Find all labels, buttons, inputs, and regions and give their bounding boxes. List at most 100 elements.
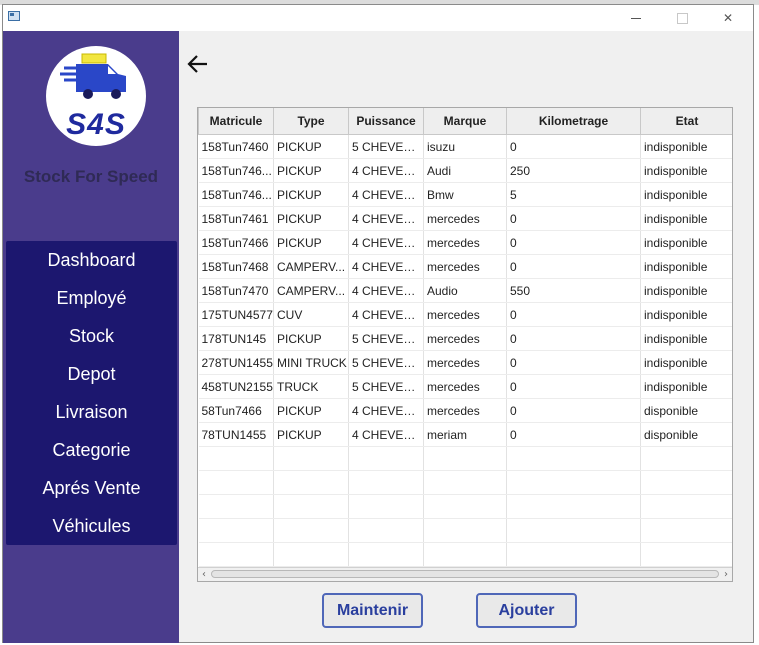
table-cell[interactable]: 5 CHEVEAUX (348, 350, 424, 375)
table-cell[interactable]: 0 (506, 350, 641, 375)
table-row[interactable]: 158Tun7466 PICKUP 4 CHEVEAUX mercedes 0 indis… (198, 230, 732, 255)
table-cell[interactable]: mercedes (423, 398, 507, 423)
table-cell[interactable]: CUV (273, 302, 349, 327)
table-cell[interactable]: 0 (506, 302, 641, 327)
table-cell[interactable]: indisponible (640, 182, 732, 207)
sidebar-item-stock[interactable]: Stock (6, 317, 177, 355)
table-cell[interactable]: 158Tun7468 (198, 254, 274, 279)
sidebar-item-livraison[interactable]: Livraison (6, 393, 177, 431)
table-cell[interactable]: 58Tun7466 (198, 398, 274, 423)
table-cell[interactable]: 158Tun7466 (198, 230, 274, 255)
table-cell[interactable]: 0 (506, 254, 641, 279)
table-cell[interactable]: mercedes (423, 206, 507, 231)
table-cell[interactable]: Audi (423, 158, 507, 183)
table-row[interactable]: 78TUN1455 PICKUP 4 CHEVEAUX meriam 0 disponib… (198, 422, 732, 447)
table-cell[interactable]: mercedes (423, 350, 507, 375)
table-cell[interactable]: 4 CHEVEAUX (348, 158, 424, 183)
column-header[interactable]: Matricule (198, 108, 274, 135)
table-cell[interactable]: 4 CHEVEAUX (348, 230, 424, 255)
table-cell[interactable]: mercedes (423, 374, 507, 399)
table-cell[interactable]: CAMPERV... (273, 254, 349, 279)
table-cell[interactable]: 4 CHEVEAUX (348, 302, 424, 327)
table-cell[interactable]: 4 CHEVEAUX (348, 422, 424, 447)
table-cell[interactable]: indisponible (640, 326, 732, 351)
table-cell[interactable]: 0 (506, 326, 641, 351)
table-cell[interactable]: 250 (506, 158, 641, 183)
table-cell[interactable]: PICKUP (273, 398, 349, 423)
sidebar-item-categorie[interactable]: Categorie (6, 431, 177, 469)
table-cell[interactable]: PICKUP (273, 326, 349, 351)
sidebar-item-dashboard[interactable]: Dashboard (6, 241, 177, 279)
table-cell[interactable]: 550 (506, 278, 641, 303)
table-cell[interactable]: PICKUP (273, 230, 349, 255)
table-cell[interactable]: 0 (506, 230, 641, 255)
table-cell[interactable]: 0 (506, 422, 641, 447)
table-cell[interactable]: PICKUP (273, 206, 349, 231)
column-header[interactable]: Puissance (348, 108, 424, 135)
sidebar-item-vehicules[interactable]: Véhicules (6, 507, 177, 545)
sidebar-item-depot[interactable]: Depot (6, 355, 177, 393)
table-cell[interactable]: 5 CHEVEAUX (348, 134, 424, 159)
table-cell[interactable]: indisponible (640, 278, 732, 303)
scrollbar-thumb[interactable] (211, 570, 719, 578)
horizontal-scrollbar[interactable]: ‹ › (198, 567, 732, 581)
scroll-right-icon[interactable]: › (720, 568, 732, 581)
table-cell[interactable]: 158Tun746... (198, 182, 274, 207)
table-row[interactable]: 278TUN1455 MINI TRUCK 5 CHEVEAUX mercedes 0 i… (198, 350, 732, 375)
column-header[interactable]: Type (273, 108, 349, 135)
table-cell[interactable]: 158Tun7460 (198, 134, 274, 159)
table-row[interactable]: 158Tun7460 PICKUP 5 CHEVEAUX isuzu 0 indispon… (198, 134, 732, 159)
table-row[interactable]: 58Tun7466 PICKUP 4 CHEVEAUX mercedes 0 dispon… (198, 398, 732, 423)
table-cell[interactable]: mercedes (423, 230, 507, 255)
table-cell[interactable]: Bmw (423, 182, 507, 207)
back-button[interactable] (187, 53, 209, 75)
table-cell[interactable]: 0 (506, 134, 641, 159)
table-cell[interactable]: mercedes (423, 326, 507, 351)
table-cell[interactable]: 4 CHEVEAUX (348, 206, 424, 231)
table-cell[interactable]: disponible (640, 422, 732, 447)
table-cell[interactable]: CAMPERV... (273, 278, 349, 303)
table-cell[interactable]: 0 (506, 206, 641, 231)
table-cell[interactable]: Audio (423, 278, 507, 303)
table-cell[interactable]: 158Tun7461 (198, 206, 274, 231)
column-header[interactable]: Etat (640, 108, 732, 135)
table-row[interactable]: 158Tun746... PICKUP 4 CHEVEAUX Audi 250 indis… (198, 158, 732, 183)
table-cell[interactable]: TRUCK (273, 374, 349, 399)
column-header[interactable]: Kilometrage (506, 108, 641, 135)
table-cell[interactable]: mercedes (423, 302, 507, 327)
table-cell[interactable]: indisponible (640, 230, 732, 255)
table-cell[interactable]: 175TUN4577 (198, 302, 274, 327)
table-cell[interactable]: 158Tun746... (198, 158, 274, 183)
sidebar-item-employe[interactable]: Employé (6, 279, 177, 317)
table-cell[interactable]: meriam (423, 422, 507, 447)
table-cell[interactable]: 458TUN2155 (198, 374, 274, 399)
table-cell[interactable]: 0 (506, 398, 641, 423)
table-cell[interactable]: 278TUN1455 (198, 350, 274, 375)
table-cell[interactable]: 158Tun7470 (198, 278, 274, 303)
table-cell[interactable]: 178TUN145 (198, 326, 274, 351)
close-button[interactable]: ✕ (705, 5, 751, 31)
table-cell[interactable]: indisponible (640, 158, 732, 183)
minimize-button[interactable] (613, 5, 659, 31)
sidebar-item-apres-vente[interactable]: Aprés Vente (6, 469, 177, 507)
table-cell[interactable]: 5 (506, 182, 641, 207)
table-cell[interactable]: PICKUP (273, 182, 349, 207)
table-cell[interactable]: 4 CHEVEAUX (348, 278, 424, 303)
table-cell[interactable]: PICKUP (273, 134, 349, 159)
table-cell[interactable]: isuzu (423, 134, 507, 159)
table-cell[interactable]: MINI TRUCK (273, 350, 349, 375)
table-cell[interactable]: indisponible (640, 350, 732, 375)
table-cell[interactable]: 5 CHEVEAUX (348, 326, 424, 351)
table-row[interactable]: 458TUN2155 TRUCK 5 CHEVEAUX mercedes 0 indisp… (198, 374, 732, 399)
table-cell[interactable]: indisponible (640, 374, 732, 399)
maximize-button[interactable] (659, 5, 705, 31)
table-cell[interactable]: 4 CHEVEAUX (348, 398, 424, 423)
table-cell[interactable]: indisponible (640, 302, 732, 327)
table-row[interactable]: 158Tun7468 CAMPERV... 4 CHEVEAUX mercedes 0 i… (198, 254, 732, 279)
table-cell[interactable]: mercedes (423, 254, 507, 279)
table-cell[interactable]: 4 CHEVEAUX (348, 254, 424, 279)
table-row[interactable]: 158Tun7470 CAMPERV... 4 CHEVEAUX Audio 550 in… (198, 278, 732, 303)
table-cell[interactable]: indisponible (640, 206, 732, 231)
maintenir-button[interactable]: Maintenir (322, 593, 423, 628)
column-header[interactable]: Marque (423, 108, 507, 135)
